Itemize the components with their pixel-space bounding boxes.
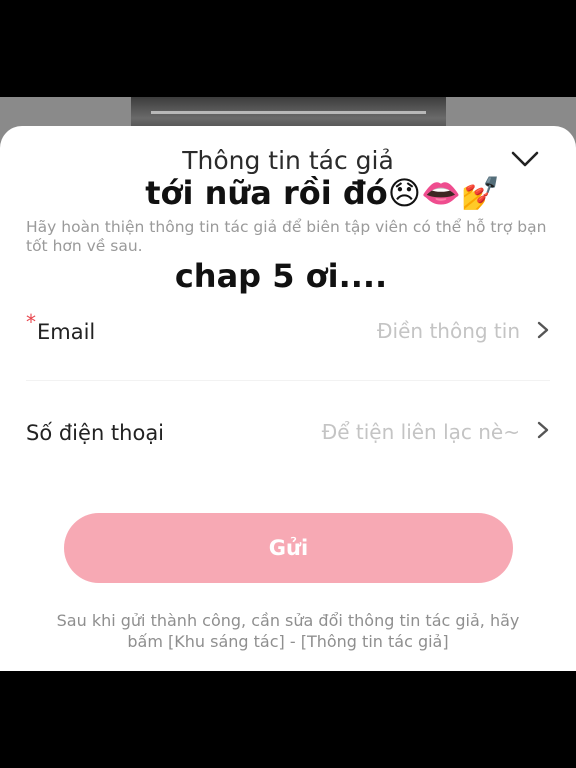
caption-overlay-2: chap 5 ơi.... (174, 257, 388, 295)
row-divider (26, 380, 550, 381)
chevron-right-icon (537, 421, 549, 439)
phone-label: Số điện thoại (26, 421, 165, 445)
email-row[interactable]: * Email Điền thông tin (0, 302, 576, 362)
sheet-description: Hãy hoàn thiện thông tin tác giả để biên… (26, 218, 547, 255)
email-field[interactable]: Điền thông tin (377, 319, 520, 343)
chevron-right-icon (537, 321, 549, 339)
phone-row[interactable]: Số điện thoại Để tiện liên lạc nè~ (0, 403, 576, 463)
email-label: Email (37, 320, 96, 344)
chevron-down-icon (511, 151, 539, 167)
close-sheet-button[interactable] (510, 148, 540, 170)
author-info-sheet: Thông tin tác giả tới nữa rồi đó😞👄💅 Hãy … (0, 126, 576, 671)
required-mark: * (26, 310, 36, 334)
caption-overlay-1: tới nữa rồi đó😞👄💅 (145, 174, 501, 212)
phone-field[interactable]: Để tiện liên lạc nè~ (322, 420, 520, 444)
sheet-title: Thông tin tác giả (182, 146, 394, 175)
submit-button[interactable]: Gửi (64, 513, 513, 583)
footnote-text: Sau khi gửi thành công, cần sửa đổi thôn… (56, 611, 520, 651)
